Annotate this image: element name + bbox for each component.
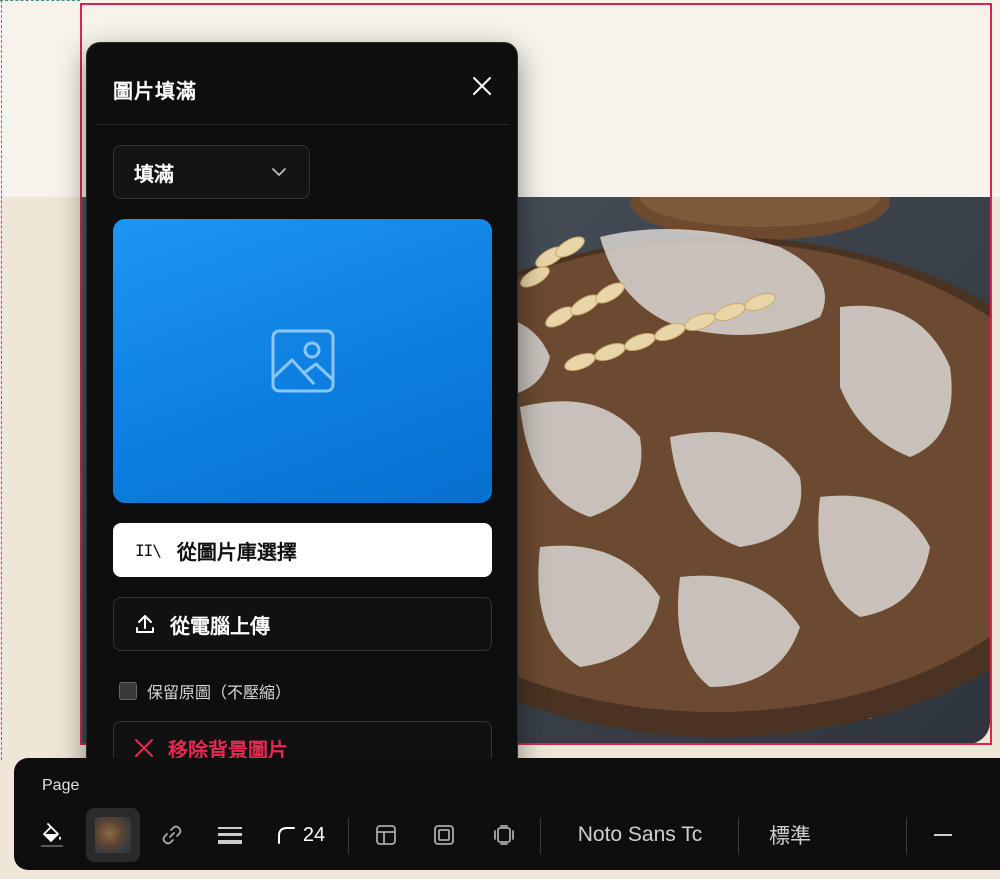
keep-original-label: 保留原圖（不壓縮） xyxy=(147,685,292,702)
fill-mode-value: 填滿 xyxy=(134,163,174,186)
toolbar-divider xyxy=(540,818,541,854)
library-button-label: 從圖片庫選擇 xyxy=(176,541,297,564)
close-button[interactable] xyxy=(467,71,497,101)
font-family-value: Noto Sans Tc xyxy=(577,823,703,846)
image-fill-panel: 圖片填滿 填滿 II\ 從圖片庫選擇 從電腦上傳 保留原圖（不壓縮） 移除背景圖… xyxy=(86,42,518,800)
upload-icon xyxy=(136,615,154,633)
keep-original-checkbox[interactable] xyxy=(119,682,137,700)
toolbar-divider xyxy=(738,818,739,854)
guide-line-vertical xyxy=(1,0,2,760)
close-icon xyxy=(473,77,491,95)
menu-lines-icon xyxy=(218,827,242,844)
bottom-toolbar: Page 24 Noto Sans Tc 標準 xyxy=(14,758,1000,870)
fill-bucket-icon xyxy=(41,823,63,847)
minus-icon xyxy=(934,834,952,836)
thumbnail-image xyxy=(95,817,131,853)
corner-radius-control[interactable]: 24 xyxy=(270,808,332,862)
upload-button-label: 從電腦上傳 xyxy=(170,615,270,638)
frame-button[interactable] xyxy=(424,808,464,862)
close-icon xyxy=(135,739,153,757)
decrease-button[interactable] xyxy=(928,808,958,862)
link-icon xyxy=(162,825,182,845)
frame-icon xyxy=(434,825,454,845)
choose-from-library-button[interactable]: II\ 從圖片庫選擇 xyxy=(113,523,492,577)
layout-button[interactable] xyxy=(366,808,406,862)
font-weight-select[interactable]: 標準 xyxy=(758,808,822,862)
font-weight-value: 標準 xyxy=(769,825,811,848)
link-button[interactable] xyxy=(152,808,192,862)
upload-from-computer-button[interactable]: 從電腦上傳 xyxy=(113,597,492,651)
library-icon: II\ xyxy=(135,540,162,560)
font-family-select[interactable]: Noto Sans Tc xyxy=(560,808,720,862)
border-button[interactable] xyxy=(210,808,250,862)
fill-mode-select[interactable]: 填滿 xyxy=(113,145,310,199)
corner-radius-value: 24 xyxy=(302,823,326,846)
align-button[interactable] xyxy=(484,808,524,862)
image-preview[interactable] xyxy=(113,219,492,503)
background-image-thumbnail[interactable] xyxy=(86,808,140,862)
image-placeholder-icon xyxy=(271,329,334,393)
toolbar-divider xyxy=(348,818,349,854)
layout-icon xyxy=(376,825,396,845)
align-icon xyxy=(494,825,514,845)
chevron-down-icon xyxy=(272,168,286,176)
keep-original-option: 保留原圖（不壓縮） xyxy=(119,679,291,703)
toolbar-divider xyxy=(906,818,907,854)
panel-header: 圖片填滿 xyxy=(95,43,509,125)
corner-radius-icon xyxy=(277,827,295,844)
page-label: Page xyxy=(42,777,80,794)
guide-line-horizontal xyxy=(0,0,80,1)
panel-title: 圖片填滿 xyxy=(113,81,197,103)
fill-color-button[interactable] xyxy=(32,808,72,862)
